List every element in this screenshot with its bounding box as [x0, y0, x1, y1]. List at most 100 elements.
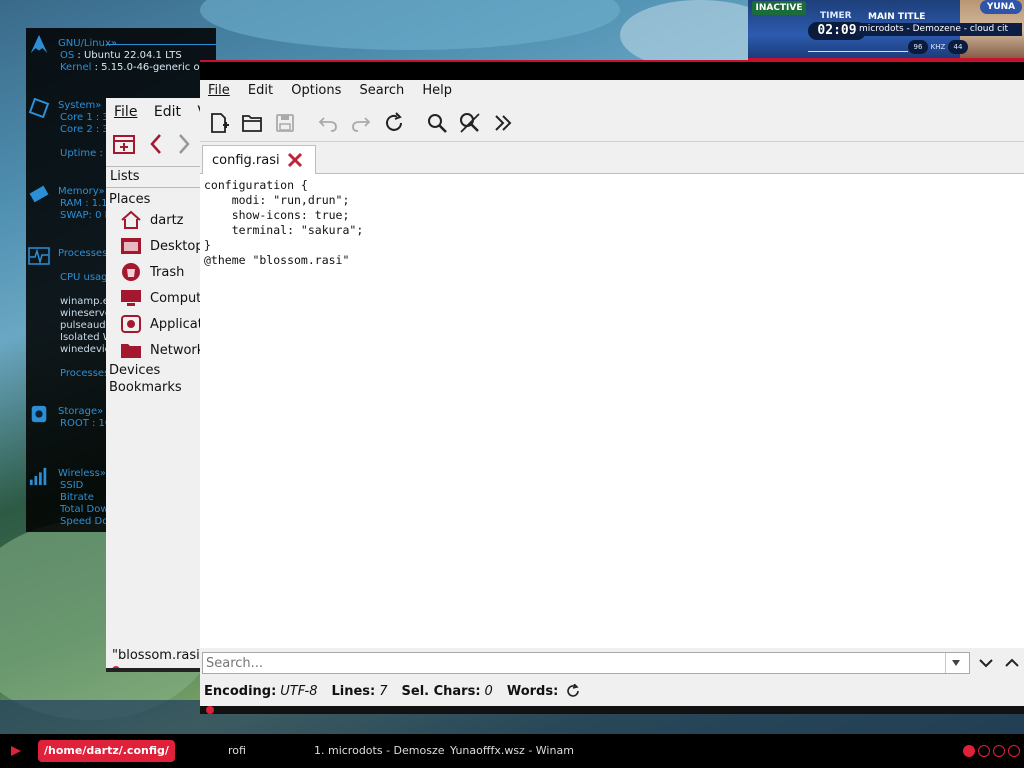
taskbar-item-demoscene[interactable]: 1. microdots - Demosze [314, 744, 445, 757]
text-editor-window[interactable]: File Edit Options Search Help config.ras… [200, 60, 1024, 714]
find-next-button[interactable] [977, 654, 995, 672]
place-label: dartz [150, 212, 184, 228]
search-icon [428, 113, 447, 133]
encoding-label: Encoding: [204, 683, 277, 699]
conky-proc: wineserve [60, 308, 111, 319]
memory-icon [29, 185, 49, 203]
skin-name-badge: YUNA [980, 0, 1022, 14]
find-previous-button[interactable] [1003, 654, 1021, 672]
conky-rule [106, 44, 216, 45]
find-replace-icon [460, 112, 480, 133]
workspace-dot-4[interactable] [1008, 745, 1020, 757]
back-icon[interactable] [148, 132, 164, 160]
conky-uptime: Uptime : [60, 148, 103, 159]
place-label: Trash [150, 264, 185, 280]
editor-titlebar[interactable] [200, 62, 1024, 80]
main-title-label: MAIN TITLE [868, 12, 926, 22]
trash-icon [122, 263, 140, 281]
activity-icon [28, 247, 50, 265]
menu-file[interactable]: File [208, 83, 230, 98]
refresh-wordcount-button[interactable] [566, 684, 580, 698]
editor-menubar: File Edit Options Search Help [200, 80, 1024, 104]
lines-value: 7 [379, 683, 388, 699]
winamp-player[interactable]: INACTIVE TIMER 02:09 MAIN TITLE microdot… [748, 0, 1024, 60]
close-icon [287, 152, 302, 168]
find-button[interactable] [424, 110, 450, 136]
khz-readout: 44 [948, 40, 968, 54]
menu-search[interactable]: Search [360, 83, 405, 98]
cpu-icon [28, 98, 50, 118]
desktop-icon [121, 238, 141, 254]
undo-button[interactable] [315, 110, 341, 136]
reload-button[interactable] [381, 110, 407, 136]
conky-core1: Core 1 : 3 [60, 112, 109, 123]
conky-proc: Isolated W [60, 332, 113, 343]
workspace-dot-1[interactable] [963, 745, 975, 757]
applications-icon [121, 315, 141, 333]
computer-icon [121, 290, 141, 306]
new-file-icon [211, 112, 229, 133]
taskbar: /home/dartz/.config/ rofi 1. microdots -… [0, 734, 1024, 768]
play-icon[interactable] [10, 745, 22, 757]
save-button[interactable] [272, 110, 298, 136]
editor-toolbar [200, 104, 1024, 142]
taskbar-item-winamp[interactable]: Yunaofffx.wsz - Winam [450, 744, 574, 757]
new-file-button[interactable] [206, 110, 232, 136]
search-bar [202, 652, 970, 674]
conky-memory-heading: Memory» [58, 186, 105, 197]
inactive-badge: INACTIVE [752, 1, 806, 15]
redo-button[interactable] [348, 110, 374, 136]
menu-help[interactable]: Help [422, 83, 452, 98]
close-tab-button[interactable] [287, 152, 303, 168]
conky-swap: SWAP: 0 B [60, 210, 112, 221]
wallpaper-sky [200, 0, 620, 50]
fm-menu-edit[interactable]: Edit [154, 104, 181, 120]
workspace-dot-2[interactable] [978, 745, 990, 757]
workspace-dot-3[interactable] [993, 745, 1005, 757]
conky-ssid: SSID [60, 480, 84, 491]
undo-icon [318, 116, 337, 132]
tab-config-rasi[interactable]: config.rasi [202, 145, 316, 174]
place-label: Desktop [150, 238, 204, 254]
workspace-indicator [960, 745, 1020, 757]
editor-text-area[interactable]: configuration { modi: "run,drun"; show-i… [200, 174, 1024, 648]
main-title-marquee: microdots - Demozene - cloud cit [856, 23, 1022, 36]
menu-edit[interactable]: Edit [248, 83, 273, 98]
arch-logo-icon [30, 34, 48, 54]
redo-icon [352, 116, 371, 132]
folder-open-icon [242, 114, 262, 132]
conky-processes-more: Processes [60, 368, 110, 379]
conky-total-down: Total Dow [60, 504, 109, 515]
more-tools-button[interactable] [490, 110, 516, 136]
forward-icon[interactable] [176, 132, 192, 160]
open-file-button[interactable] [239, 110, 265, 136]
kbps-readout: 96 [908, 40, 928, 54]
search-history-dropdown[interactable] [945, 653, 965, 673]
conky-proc: winedevic [60, 344, 111, 355]
words-label: Words: [506, 683, 559, 699]
fm-status-text: "blossom.rasi" [112, 648, 206, 663]
find-replace-button[interactable] [457, 110, 483, 136]
place-label: Network [150, 342, 205, 358]
selchars-label: Sel. Chars: [401, 683, 481, 699]
save-icon [276, 113, 294, 132]
lines-label: Lines: [331, 683, 376, 699]
search-input[interactable] [203, 653, 945, 673]
conky-root: ROOT : 10 [60, 418, 112, 429]
conky-storage-heading: Storage» [58, 406, 104, 417]
editor-statusbar: Encoding: UTF-8 Lines: 7 Sel. Chars: 0 W… [204, 682, 580, 700]
conky-ram: RAM : 1.1 [60, 198, 108, 209]
new-tab-icon[interactable] [112, 132, 136, 160]
fm-menu-file[interactable]: File [114, 104, 137, 120]
taskbar-active-path[interactable]: /home/dartz/.config/ [38, 740, 175, 762]
caret-down-icon [951, 660, 960, 666]
taskbar-item-rofi[interactable]: rofi [228, 744, 246, 757]
menu-options[interactable]: Options [291, 83, 341, 98]
reload-icon [386, 111, 402, 131]
conky-system-heading: System» [58, 100, 102, 111]
conky-kernel: Kernel : 5.15.0-46-generic on [60, 62, 206, 73]
khz-label: KHZ [930, 43, 946, 51]
chevron-up-icon [1005, 658, 1019, 667]
conky-os: OS : Ubuntu 22.04.1 LTS [60, 50, 182, 61]
wireless-signal-icon [29, 467, 47, 486]
